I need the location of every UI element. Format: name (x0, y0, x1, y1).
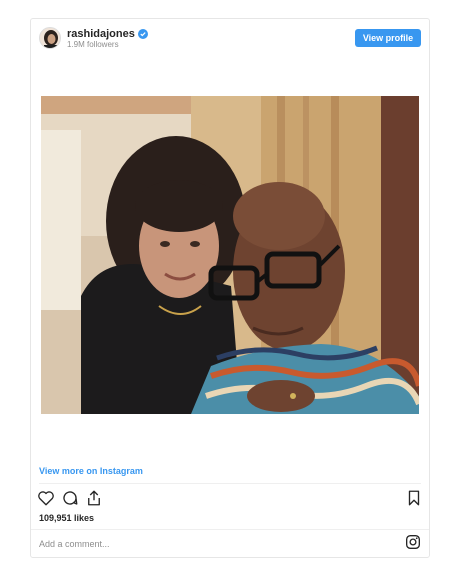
post-image[interactable] (41, 96, 419, 414)
comment-input[interactable] (37, 534, 381, 554)
comment-icon[interactable] (61, 489, 79, 507)
share-icon[interactable] (85, 489, 103, 507)
post-header: rashidajones 1.9M followers View profile (31, 19, 429, 57)
follower-count: 1.9M followers (67, 40, 119, 49)
like-count: 109,951 likes (39, 513, 95, 523)
divider (31, 529, 429, 530)
action-bar (37, 489, 423, 509)
verified-badge-icon (137, 29, 148, 39)
instagram-logo-icon[interactable] (405, 534, 421, 550)
divider (39, 483, 421, 484)
view-more-on-instagram-link[interactable]: View more on Instagram (39, 466, 143, 476)
username[interactable]: rashidajones (67, 28, 135, 40)
username-row: rashidajones (67, 28, 148, 40)
heart-icon[interactable] (37, 489, 55, 507)
bookmark-icon[interactable] (405, 489, 423, 507)
instagram-embed-card: rashidajones 1.9M followers View profile (30, 18, 430, 558)
view-profile-button[interactable]: View profile (355, 29, 421, 47)
avatar[interactable] (39, 27, 61, 49)
